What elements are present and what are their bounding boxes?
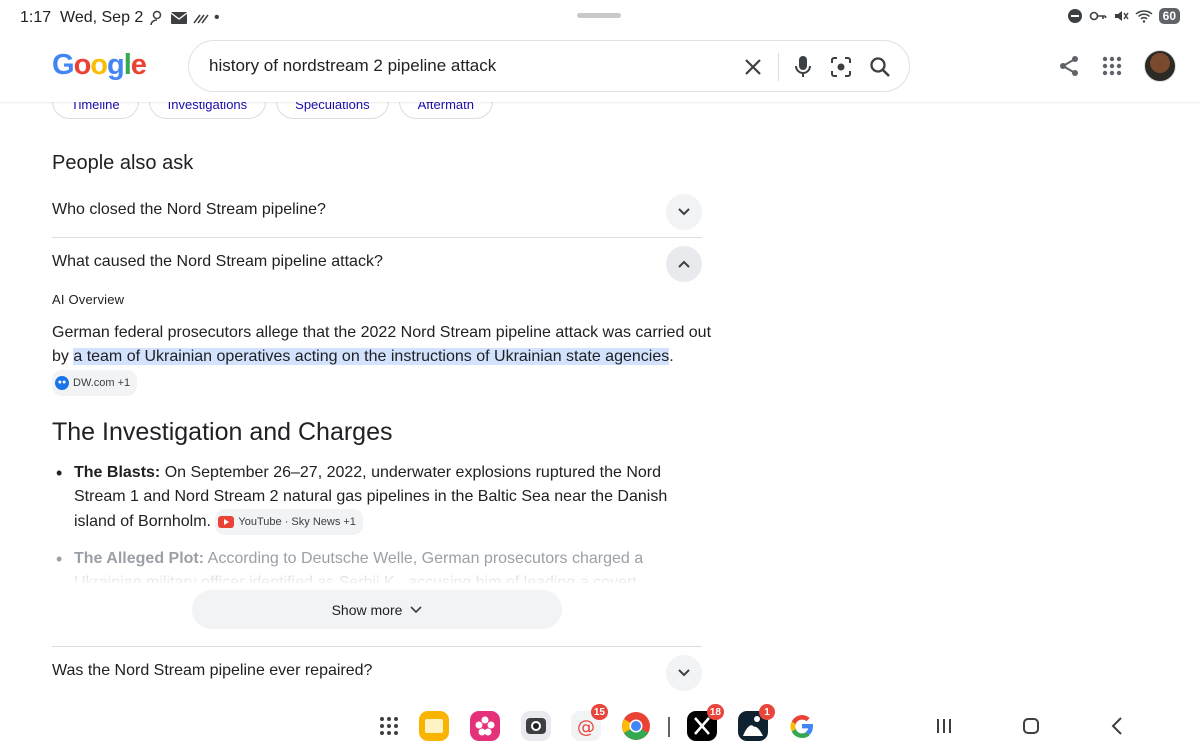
share-icon[interactable]	[1058, 55, 1080, 77]
ai-overview-label: AI Overview	[52, 292, 125, 307]
status-date: Wed, Sep 2	[60, 9, 144, 26]
dw-icon: ●●	[55, 376, 69, 390]
question-row-closed[interactable]: Who closed the Nord Stream pipeline?	[52, 186, 702, 238]
show-more-button[interactable]: Show more	[192, 590, 562, 629]
search-divider	[778, 53, 779, 81]
mail-icon	[170, 12, 188, 24]
section-heading: The Investigation and Charges	[52, 418, 393, 446]
bullet-title: The Blasts:	[74, 464, 161, 481]
mute-icon	[1114, 11, 1129, 21]
notification-badge: 1	[759, 704, 775, 720]
x-app[interactable]: 18	[686, 704, 724, 742]
question-text: What caused the Nord Stream pipeline att…	[52, 253, 383, 270]
home-nav-icon[interactable]	[1015, 710, 1047, 742]
camera-app-icon[interactable]	[520, 710, 552, 742]
notification-icons: •	[150, 9, 220, 27]
notification-badge: 18	[706, 704, 724, 720]
source-chip-label: DW.com +1	[73, 377, 131, 389]
wifi-icon	[1135, 10, 1153, 23]
recents-nav-icon[interactable]	[928, 710, 960, 742]
fade-overlay	[40, 566, 720, 586]
show-more-label: Show more	[331, 601, 403, 618]
question-row-caused[interactable]: What caused the Nord Stream pipeline att…	[52, 238, 702, 290]
expand-button[interactable]	[666, 194, 702, 230]
chevron-up-icon	[678, 260, 690, 268]
bullet-item: The Blasts: On September 26–27, 2022, un…	[52, 461, 712, 535]
app-drawer-icon[interactable]	[373, 710, 405, 742]
source-chip-label: YouTube · Sky News +1	[238, 516, 356, 528]
avatar[interactable]	[1144, 50, 1176, 82]
clear-icon[interactable]	[741, 55, 765, 79]
notification-badge: 15	[590, 704, 608, 720]
source-chip[interactable]: ●● DW.com +1	[52, 370, 138, 396]
more-notifications-dot: •	[214, 9, 220, 26]
bullet-title: The Alleged Plot:	[74, 550, 205, 567]
chevron-down-icon	[678, 669, 690, 677]
window-drag-handle[interactable]	[577, 13, 621, 18]
youtube-icon	[218, 516, 235, 528]
question-row-repaired[interactable]: Was the Nord Stream pipeline ever repair…	[52, 646, 702, 698]
bullet-text: On September 26–27, 2022, underwater exp…	[74, 464, 668, 530]
expand-button[interactable]	[666, 655, 702, 691]
chrome-app-icon[interactable]	[620, 710, 652, 742]
system-icons: 60	[1067, 8, 1180, 24]
svg-text:@: @	[577, 717, 595, 738]
apps-grid-icon[interactable]	[1102, 56, 1122, 76]
battery-indicator: 60	[1158, 8, 1180, 24]
search-icon[interactable]	[868, 54, 892, 80]
taskbar-divider	[668, 717, 670, 737]
person-icon	[150, 10, 162, 26]
chevron-down-icon	[678, 208, 690, 216]
taskbar: @ 15 18 1	[0, 702, 1200, 750]
search-bar[interactable]: history of nordstream 2 pipeline attack	[188, 40, 910, 92]
google-logo[interactable]: Google	[52, 49, 147, 82]
status-bar: 1:17 Wed, Sep 2 • 60	[0, 0, 1200, 36]
folder-app-icon[interactable]	[418, 710, 450, 742]
microphone-icon[interactable]	[791, 54, 815, 80]
email-app[interactable]: @ 15	[570, 704, 608, 742]
search-header: Google history of nordstream 2 pipeline …	[0, 36, 1200, 102]
do-not-disturb-icon	[1067, 9, 1082, 23]
status-time: 1:17	[20, 9, 52, 26]
back-nav-icon[interactable]	[1101, 710, 1133, 742]
search-input[interactable]: history of nordstream 2 pipeline attack	[209, 56, 496, 76]
key-icon	[1089, 11, 1106, 21]
kindle-app[interactable]: 1	[737, 704, 775, 742]
question-text: Was the Nord Stream pipeline ever repair…	[52, 662, 373, 679]
ai-overview-paragraph: German federal prosecutors allege that t…	[52, 321, 712, 396]
source-chip[interactable]: YouTube · Sky News +1	[215, 509, 363, 535]
people-also-ask-heading: People also ask	[52, 152, 194, 174]
collapse-button[interactable]	[666, 246, 702, 282]
gallery-app-icon[interactable]	[469, 710, 501, 742]
question-text: Who closed the Nord Stream pipeline?	[52, 201, 326, 218]
chevron-down-icon	[410, 605, 422, 613]
answer-highlight: a team of Ukrainian operatives acting on…	[73, 348, 670, 365]
google-app-icon[interactable]	[786, 710, 818, 742]
answer-text-end: .	[669, 348, 674, 365]
signal-lines-icon	[193, 14, 209, 24]
lens-camera-icon[interactable]	[829, 54, 853, 80]
